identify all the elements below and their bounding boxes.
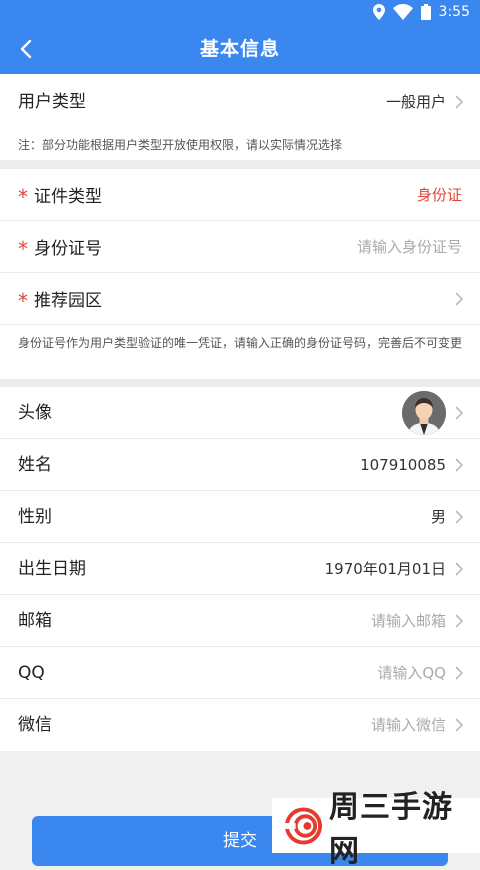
qq-row[interactable]: QQ 请输入QQ — [0, 647, 480, 699]
birthday-value: 1970年01月01日 — [324, 560, 446, 578]
chevron-right-icon — [455, 95, 464, 109]
user-type-row[interactable]: 用户类型 一般用户 — [0, 74, 480, 130]
chevron-right-icon — [455, 614, 464, 628]
chevron-right-icon — [455, 458, 464, 472]
chevron-right-icon — [455, 292, 464, 306]
id-number-label: * 身份证号 — [18, 237, 102, 261]
required-mark: * — [18, 237, 28, 261]
park-label: * 推荐园区 — [18, 289, 102, 313]
qq-input[interactable]: 请输入QQ — [377, 647, 446, 699]
email-row[interactable]: 邮箱 请输入邮箱 — [0, 595, 480, 647]
required-mark: * — [18, 185, 28, 209]
gender-label: 性别 — [18, 507, 52, 527]
nav-bar: 基本信息 — [0, 24, 480, 74]
watermark-text: 周三手游网 — [328, 789, 453, 869]
wechat-label: 微信 — [18, 715, 52, 735]
chevron-right-icon — [455, 666, 464, 680]
name-label: 姓名 — [18, 455, 52, 475]
park-row[interactable]: * 推荐园区 — [0, 273, 480, 325]
id-number-row[interactable]: * 身份证号 请输入身份证号 — [0, 221, 480, 273]
id-number-input[interactable]: 请输入身份证号 — [357, 221, 462, 273]
name-row[interactable]: 姓名 107910085 — [0, 439, 480, 491]
user-type-label: 用户类型 — [18, 92, 86, 112]
id-type-label: * 证件类型 — [18, 185, 102, 209]
chevron-right-icon — [455, 510, 464, 524]
wechat-row[interactable]: 微信 请输入微信 — [0, 699, 480, 751]
required-mark: * — [18, 289, 28, 313]
chevron-right-icon — [455, 562, 464, 576]
gender-row[interactable]: 性别 男 — [0, 491, 480, 543]
user-type-note: 注：部分功能根据用户类型开放使用权限，请以实际情况选择 — [0, 130, 480, 160]
gender-value: 男 — [430, 508, 446, 526]
id-type-value: 身份证 — [416, 186, 462, 204]
email-input[interactable]: 请输入邮箱 — [371, 595, 446, 647]
birthday-label: 出生日期 — [18, 559, 86, 579]
chevron-right-icon — [455, 718, 464, 732]
avatar-label: 头像 — [18, 403, 52, 423]
birthday-row[interactable]: 出生日期 1970年01月01日 — [0, 543, 480, 595]
watermark-logo-icon — [284, 806, 322, 845]
wechat-input[interactable]: 请输入微信 — [371, 699, 446, 751]
status-bar: 3:55 — [0, 0, 480, 24]
page-title: 基本信息 — [199, 38, 280, 60]
chevron-right-icon — [455, 406, 464, 420]
avatar-row[interactable]: 头像 — [0, 387, 480, 439]
id-number-note: 身份证号作为用户类型验证的唯一凭证，请输入正确的身份证号码，完善后不可变更 — [0, 325, 480, 379]
avatar[interactable] — [402, 391, 446, 435]
status-time: 3:55 — [438, 4, 470, 20]
location-icon — [372, 4, 385, 20]
wifi-icon — [392, 4, 413, 20]
user-type-value: 一般用户 — [385, 93, 446, 111]
qq-label: QQ — [18, 663, 45, 683]
section-divider — [0, 160, 480, 169]
watermark: 周三手游网 — [272, 790, 480, 869]
section-divider — [0, 379, 480, 387]
email-label: 邮箱 — [18, 611, 52, 631]
id-type-row[interactable]: * 证件类型 身份证 — [0, 169, 480, 221]
name-value: 107910085 — [360, 456, 446, 474]
battery-icon — [420, 4, 431, 20]
